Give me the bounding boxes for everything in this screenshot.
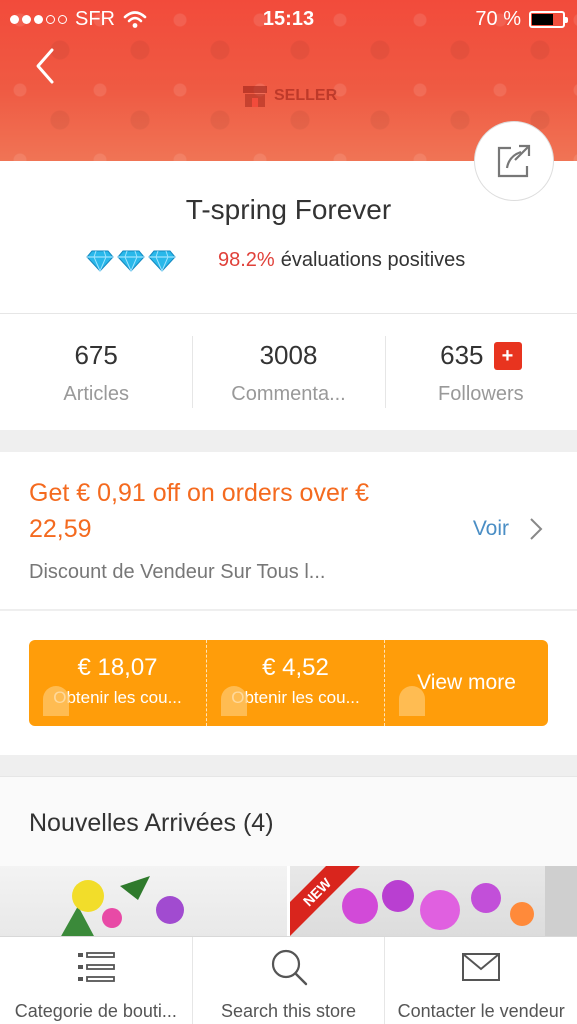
seller-badge-label: SELLER <box>274 87 338 104</box>
status-bar: SFR 15:13 70 % <box>0 0 577 38</box>
battery-percent: 70 % <box>475 8 521 30</box>
status-right: 70 % <box>475 8 568 31</box>
bottom-nav: Categorie de bouti... Search this store … <box>0 936 577 1024</box>
store-stats: 675 Articles 3008 Commenta... 635 + Foll… <box>0 314 577 430</box>
promo-description: Discount de Vendeur Sur Tous l... <box>29 561 326 583</box>
coupons-section: € 18,07 Obtenir les cou... € 4,52 Obteni… <box>0 611 577 755</box>
rating-label: évaluations positives <box>280 249 466 271</box>
stat-label: Commenta... <box>231 383 346 405</box>
seller-badge: SELLER <box>242 84 337 108</box>
promo-title: Get € 0,91 off on orders over € 22,59 <box>29 479 370 543</box>
list-icon <box>0 947 192 987</box>
stat-articles[interactable]: 675 Articles <box>0 314 192 430</box>
battery-icon <box>529 11 568 28</box>
chevron-left-icon <box>36 48 54 84</box>
share-icon <box>497 144 531 178</box>
stat-value: 675 <box>74 340 118 370</box>
product-card[interactable]: NEW <box>290 866 577 938</box>
stat-label: Followers <box>438 383 524 405</box>
rating-percent: 98.2% <box>218 249 275 271</box>
nav-label: Search this store <box>220 1001 357 1021</box>
promo-voir-link[interactable]: Voir <box>473 517 543 541</box>
voir-label: Voir <box>472 517 509 540</box>
store-icon <box>243 86 267 107</box>
new-arrivals-title: Nouvelles Arrivées (4) <box>29 809 274 837</box>
product-image <box>60 876 184 938</box>
nav-label: Categorie de bouti... <box>14 1001 177 1021</box>
diamond-icon <box>86 250 114 272</box>
coupon-strip: € 18,07 Obtenir les cou... € 4,52 Obteni… <box>29 640 548 726</box>
share-button[interactable] <box>474 121 554 201</box>
coupon-2[interactable]: € 4,52 Obtenir les cou... <box>206 640 384 726</box>
rating-row: 98.2% évaluations positives <box>86 249 465 272</box>
coupon-1[interactable]: € 18,07 Obtenir les cou... <box>29 640 206 726</box>
coupon-decoration <box>399 686 425 716</box>
coupons-view-more[interactable]: View more <box>384 640 548 726</box>
coupon-decoration <box>43 686 69 716</box>
stat-value: 635 <box>440 340 484 370</box>
coupon-amount: € 4,52 <box>262 654 329 681</box>
stat-followers[interactable]: 635 + Followers <box>384 314 577 430</box>
nav-contact-seller[interactable]: Contacter le vendeur <box>384 937 577 1024</box>
seller-level-diamonds <box>86 250 176 272</box>
follow-button[interactable]: + <box>493 341 522 370</box>
battery-fill <box>532 14 553 25</box>
nav-search-store[interactable]: Search this store <box>191 937 385 1024</box>
diamond-icon <box>148 250 176 272</box>
promo-banner[interactable]: Get € 0,91 off on orders over € 22,59 Vo… <box>0 452 577 610</box>
coupon-decoration <box>221 686 247 716</box>
diamond-icon <box>117 250 145 272</box>
back-button[interactable] <box>28 46 62 86</box>
mail-icon <box>385 947 577 987</box>
store-name: T-spring Forever <box>185 194 392 225</box>
new-arrivals-products: NEW <box>0 866 577 938</box>
nav-label: Contacter le vendeur <box>397 1001 565 1021</box>
stat-value: 3008 <box>259 340 318 370</box>
chevron-right-icon <box>530 518 543 540</box>
stat-comments[interactable]: 3008 Commenta... <box>192 314 384 430</box>
new-arrivals-header: Nouvelles Arrivées (4) <box>0 776 577 866</box>
search-icon <box>193 947 385 987</box>
coupon-amount: € 18,07 <box>77 654 158 681</box>
stat-label: Articles <box>63 383 129 405</box>
nav-store-categories[interactable]: Categorie de bouti... <box>0 937 192 1024</box>
followers-row: 635 + <box>440 340 522 371</box>
positive-rating: 98.2% évaluations positives <box>218 249 465 272</box>
product-card[interactable] <box>0 866 287 938</box>
